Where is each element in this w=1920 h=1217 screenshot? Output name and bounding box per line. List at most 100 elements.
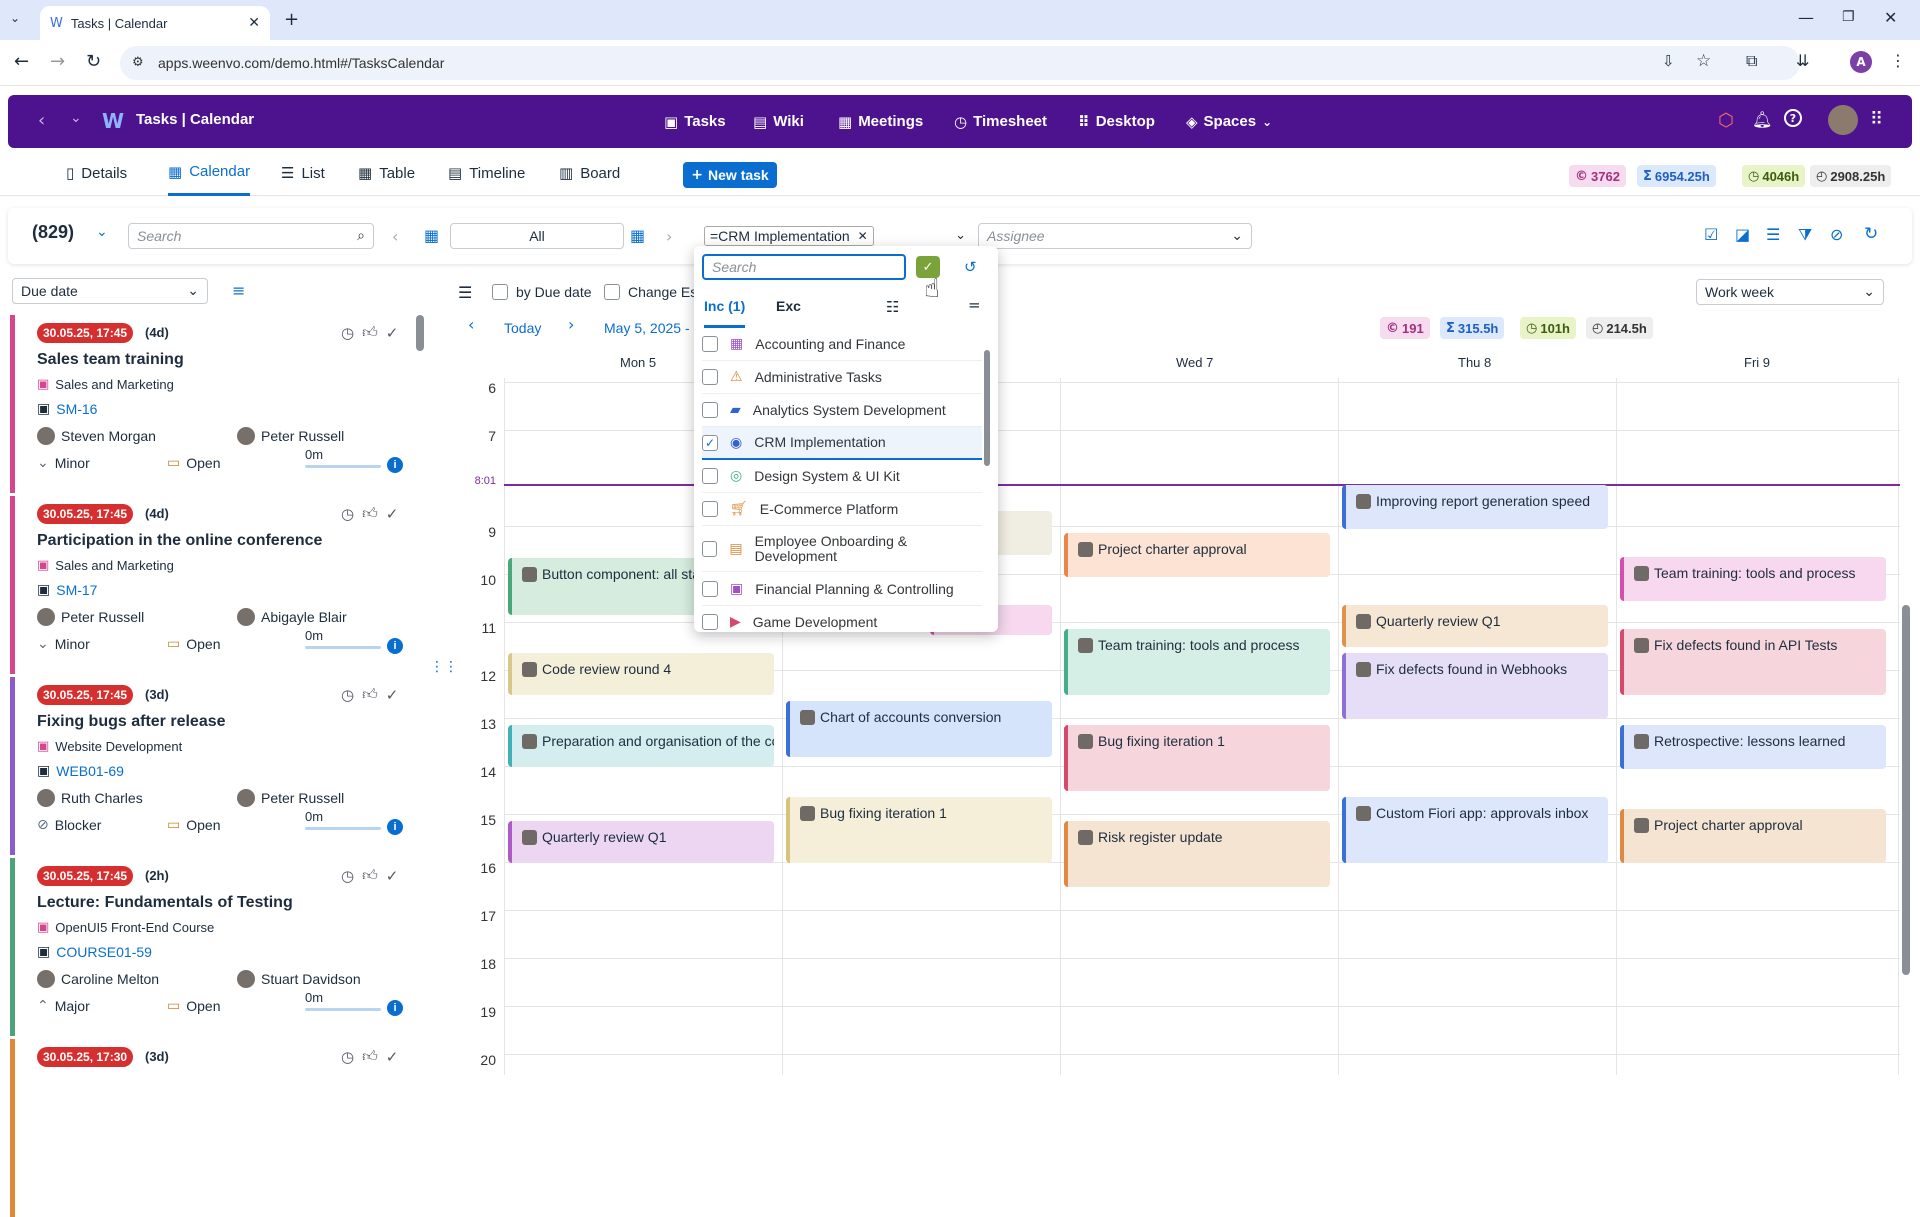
group-icon[interactable]: ☰ — [1766, 225, 1780, 244]
calendar-event[interactable]: Quarterly review Q1 — [1342, 605, 1608, 647]
dropdown-scrollbar[interactable] — [984, 350, 990, 466]
task-title[interactable]: Lecture: Fundamentals of Testing — [37, 894, 293, 912]
project-option[interactable]: ▰ Analytics System Development — [702, 394, 982, 427]
project-option[interactable]: ▤ Employee Onboarding & Development — [702, 526, 982, 572]
calendar-event[interactable]: Project charter approval — [1620, 809, 1886, 863]
project-option[interactable]: ▦ Accounting and Finance — [702, 328, 982, 361]
date-filter-icon[interactable]: ▦ — [630, 226, 645, 245]
calendar-event[interactable]: Project charter approval — [1064, 533, 1330, 577]
nav-meetings[interactable]: ▦ Meetings — [838, 95, 923, 148]
task-code[interactable]: ▣ COURSE01-59 — [37, 944, 152, 960]
task-card[interactable]: 30.05.25, 17:45 (4d) ◷ 👍︎ ✓ Participation … — [10, 496, 418, 674]
period-field[interactable]: All — [450, 223, 624, 249]
chevron-down-icon[interactable]: ⌄ — [955, 228, 966, 243]
new-task-button[interactable]: + New task — [683, 162, 777, 188]
like-icon[interactable]: 👍︎ — [362, 685, 378, 704]
tab-calendar[interactable]: ▦ Calendar — [168, 150, 251, 196]
timer-icon[interactable]: ◷ — [341, 685, 354, 704]
next-period-icon[interactable]: › — [666, 227, 672, 246]
tab-details[interactable]: ▯ Details — [66, 150, 127, 196]
project-option[interactable]: ◎ Design System & UI Kit — [702, 460, 982, 493]
reload-icon[interactable]: ↻ — [86, 51, 101, 72]
task-code[interactable]: ▣ SM-17 — [37, 582, 97, 598]
prev-week-icon[interactable]: ‹ — [468, 315, 474, 334]
close-tab-icon[interactable]: ✕ — [248, 15, 260, 31]
next-week-icon[interactable]: › — [568, 315, 574, 334]
calendar-event[interactable]: Preparation and organisation of the cc — [508, 725, 774, 767]
help-icon[interactable]: ? — [1784, 109, 1802, 127]
browser-tab[interactable]: W Tasks | Calendar ✕ — [40, 6, 270, 40]
approve-icon[interactable]: ✓ — [386, 504, 399, 523]
forward-icon[interactable]: → — [50, 51, 65, 72]
history-chevron-icon[interactable]: ⌄ — [70, 110, 82, 126]
calendar-event[interactable]: Code review round 4 — [508, 653, 774, 695]
project-option[interactable]: ▶ Game Development — [702, 606, 982, 639]
bookmark-star-icon[interactable]: ☆ — [1696, 51, 1711, 71]
install-app-icon[interactable]: ⇩ — [1662, 52, 1675, 70]
info-icon[interactable]: i — [387, 819, 403, 835]
view-mode-select[interactable]: Work week ⌄ — [1696, 279, 1884, 305]
like-icon[interactable]: 👍︎ — [362, 866, 378, 885]
restore-icon[interactable]: ❐ — [1842, 9, 1855, 25]
new-tab-icon[interactable]: + — [284, 9, 299, 30]
select-all-icon[interactable]: ☷ — [886, 298, 899, 316]
reset-icon[interactable]: ↺ — [964, 258, 977, 276]
task-card[interactable]: 30.05.25, 17:45 (3d) ◷ 👍︎ ✓ Fixing bugs af… — [10, 677, 418, 855]
timer-icon[interactable]: ◷ — [341, 504, 354, 523]
calendar-event[interactable]: Quarterly review Q1 — [508, 821, 774, 863]
tab-table[interactable]: ▦ Table — [358, 150, 415, 196]
timer-icon[interactable]: ◷ — [341, 323, 354, 342]
nav-spaces[interactable]: ◈ Spaces ⌄ — [1186, 95, 1272, 148]
minimize-icon[interactable]: — — [1798, 8, 1814, 27]
task-card[interactable]: 30.05.25, 17:45 (2h) ◷ 👍︎ ✓ Lecture: Funda… — [10, 858, 418, 1036]
calendar-picker-icon[interactable]: ▦ — [424, 226, 439, 245]
task-title[interactable]: Participation in the online conference — [37, 532, 322, 550]
profile-avatar[interactable]: A — [1850, 51, 1872, 73]
tab-list-chevron-icon[interactable]: ⌄ — [10, 11, 20, 25]
calendar-event[interactable]: Fix defects found in Webhooks — [1342, 653, 1608, 719]
calendar-scrollbar[interactable] — [1902, 605, 1910, 975]
project-option[interactable]: 🛒︎ E-Commerce Platform — [702, 493, 982, 526]
refresh-icon[interactable]: ↻ — [1864, 224, 1878, 244]
nav-desktop[interactable]: ⠿ Desktop — [1078, 95, 1155, 148]
task-title[interactable]: Sales team training — [37, 351, 184, 369]
calendar-event[interactable]: Bug fixing iteration 1 — [786, 797, 1052, 863]
option-checkbox[interactable]: ✓ — [702, 434, 718, 451]
option-checkbox[interactable] — [702, 540, 718, 557]
calendar-event[interactable]: Chart of accounts conversion — [786, 701, 1052, 757]
app-grid-icon[interactable]: ⠿ — [1870, 109, 1883, 130]
task-title[interactable]: Fixing bugs after release — [37, 713, 226, 731]
info-icon[interactable]: i — [387, 638, 403, 654]
search-input[interactable]: Search ⌕ — [128, 223, 374, 249]
clear-filter-icon[interactable]: ⊘ — [1830, 225, 1843, 244]
task-code[interactable]: ▣ WEB01-69 — [37, 763, 124, 779]
close-window-icon[interactable]: ✕ — [1884, 8, 1897, 27]
tab-list[interactable]: ☰ List — [281, 150, 325, 196]
bell-icon[interactable]: 🔔︎ — [1752, 110, 1772, 129]
tab-exclude[interactable]: Exc — [776, 298, 801, 314]
timer-icon[interactable]: ◷ — [341, 1047, 354, 1066]
calendar-event[interactable]: Team training: tools and process — [1064, 629, 1330, 695]
hexagon-icon[interactable]: ⬡ — [1718, 110, 1734, 131]
remove-token-icon[interactable]: ✕ — [858, 229, 868, 243]
browser-menu-icon[interactable]: ⋮ — [1890, 51, 1906, 70]
assignee-field[interactable]: Assignee ⌄ — [978, 223, 1252, 249]
project-option[interactable]: ⚠ Administrative Tasks — [702, 361, 982, 394]
timer-icon[interactable]: ◷ — [341, 866, 354, 885]
option-checkbox[interactable] — [702, 402, 718, 418]
calendar-event[interactable]: Retrospective: lessons learned — [1620, 725, 1886, 769]
option-checkbox[interactable] — [702, 369, 718, 385]
calendar-event[interactable]: Bug fixing iteration 1 — [1064, 725, 1330, 791]
tab-timeline[interactable]: ▤ Timeline — [448, 150, 525, 196]
downloads-icon[interactable]: ⇊ — [1796, 51, 1809, 70]
back-nav-icon[interactable]: ‹ — [38, 110, 45, 131]
project-option[interactable]: ▣ Financial Planning & Controlling — [702, 573, 982, 606]
list-scrollbar[interactable] — [416, 315, 424, 351]
url-field[interactable]: ⚙ apps.weenvo.com/demo.html#/TasksCalend… — [120, 46, 1800, 80]
calendar-event[interactable]: Custom Fiori app: approvals inbox — [1342, 797, 1608, 863]
user-avatar[interactable] — [1828, 105, 1858, 135]
site-info-icon[interactable]: ⚙ — [132, 55, 144, 70]
checklist-icon[interactable]: ☑ — [1704, 225, 1718, 244]
week-range[interactable]: May 5, 2025 - — [604, 320, 690, 336]
approve-icon[interactable]: ✓ — [386, 685, 399, 704]
